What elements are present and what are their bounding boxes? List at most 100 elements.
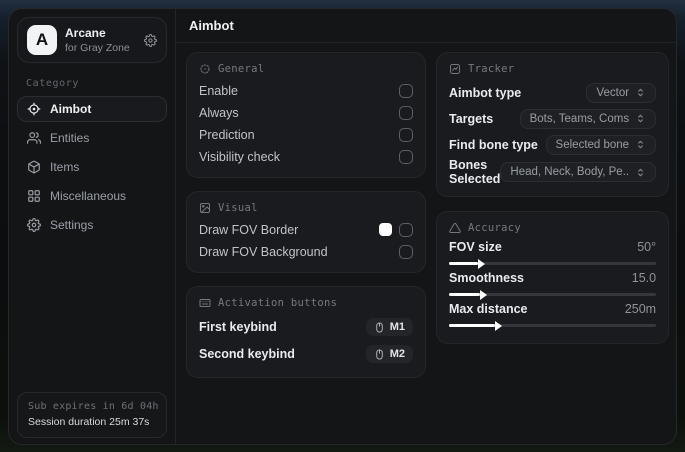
slider-label: FOV size [449,240,502,254]
slider-label: Smoothness [449,271,525,285]
find-bone-type-select[interactable]: Selected bone [545,134,657,155]
smoothness-slider[interactable] [449,289,657,300]
chevron-up-down-icon [638,114,643,123]
section-title: General [218,63,265,75]
sidebar-item-items[interactable]: Items [17,154,167,180]
right-column: Tracker Aimbot type Vector Targets Bots,… [436,52,670,344]
sidebar-item-label: Aimbot [50,102,92,116]
keybind-value: M1 [389,321,405,333]
setting-label: Draw FOV Border [199,222,299,237]
app-title-block: Arcane for Gray Zone [65,26,130,54]
sidebar-item-settings[interactable]: Settings [17,212,167,238]
sidebar-item-label: Items [50,160,80,174]
sidebar-nav: Aimbot Entities Items Miscellaneous Sett… [17,96,167,238]
image-icon [199,202,211,214]
select-value: Selected bone [555,138,630,151]
section-title: Activation buttons [218,297,338,309]
game-background: A Arcane for Gray Zone Category Aimbot E… [0,0,685,452]
app-logo-initial: A [35,30,49,49]
slider-value: 15.0 [631,271,657,285]
sidebar-item-miscellaneous[interactable]: Miscellaneous [17,183,167,209]
chevron-up-down-icon [638,140,643,149]
smoothness-group: Smoothness 15.0 [449,271,657,300]
fov-border-checkbox[interactable] [399,222,413,237]
setting-row: Enable [199,80,413,101]
activation-card-header: Activation buttons [199,297,413,309]
fov-border-color-swatch[interactable] [379,223,392,236]
section-title: Tracker [468,63,515,75]
grid-icon [27,189,41,203]
main-header: Aimbot [176,9,676,43]
slider-value: 50° [637,240,657,254]
slider-label: Max distance [449,302,528,316]
general-card-header: General [199,63,413,75]
max-distance-slider[interactable] [449,320,657,331]
accuracy-card: Accuracy FOV size 50° Smoothness 15.0 Ma… [436,211,670,344]
setting-label: Always [199,105,239,120]
slider-value: 250m [624,302,657,316]
subscription-card: Sub expires in 6d 04h Session duration 2… [17,392,167,438]
fov-background-checkbox[interactable] [399,244,413,259]
accuracy-card-header: Accuracy [449,222,656,234]
page-title: Aimbot [189,18,234,33]
tracker-card-header: Tracker [449,63,656,75]
max-distance-group: Max distance 250m [449,302,657,331]
triangle-icon [449,222,461,234]
app-name: Arcane [65,26,106,40]
setting-label: First keybind [199,320,277,334]
setting-row: First keybind M1 [199,314,413,340]
enable-checkbox[interactable] [399,83,413,98]
slider-fill [449,320,502,331]
setting-row: Targets Bots, Teams, Coms [449,106,657,131]
sidebar-item-label: Settings [50,218,94,232]
section-title: Accuracy [468,222,521,234]
sub-expiry-text: Sub expires in 6d 04h [28,401,159,412]
setting-row: Always [199,102,413,123]
content: General Enable Always Prediction Visibil… [176,43,676,444]
first-keybind-button[interactable]: M1 [365,318,413,336]
app-logo: A [27,25,57,55]
fov-size-slider[interactable] [449,258,657,269]
visibility-check-checkbox[interactable] [399,149,413,164]
sidebar-item-aimbot[interactable]: Aimbot [17,96,167,122]
sidebar-item-entities[interactable]: Entities [17,125,167,151]
second-keybind-button[interactable]: M2 [365,345,413,363]
setting-label: Visibility check [199,149,281,164]
setting-label: Second keybind [199,347,295,361]
chevron-up-down-icon [638,88,643,97]
logo-card: A Arcane for Gray Zone [17,17,167,63]
section-title: Visual [218,202,258,214]
setting-row: Aimbot type Vector [449,80,657,105]
setting-label: Aimbot type [449,85,522,100]
gear-icon[interactable] [144,33,157,47]
visual-card-header: Visual [199,202,413,214]
users-icon [27,131,41,145]
prediction-checkbox[interactable] [399,127,413,142]
setting-row: Draw FOV Border [199,219,413,240]
visual-card: Visual Draw FOV Border Draw FOV Backgrou… [186,191,426,273]
fov-size-group: FOV size 50° [449,240,657,269]
general-card: General Enable Always Prediction Visibil… [186,52,426,178]
setting-row: Bones Selected Head, Neck, Body, Pe.. [449,158,657,186]
aimbot-type-select[interactable]: Vector [586,82,657,103]
setting-row: Find bone type Selected bone [449,132,657,157]
bones-selected-select[interactable]: Head, Neck, Body, Pe.. [500,162,657,182]
setting-label: Targets [449,111,494,126]
setting-label: Draw FOV Background [199,244,328,259]
gear-icon [27,218,41,232]
crosshair-icon [27,102,41,116]
always-checkbox[interactable] [399,105,413,120]
left-column: General Enable Always Prediction Visibil… [186,52,426,378]
setting-row: Draw FOV Background [199,241,413,262]
chevron-up-down-icon [638,168,643,176]
select-value: Vector [596,86,630,99]
tracker-card: Tracker Aimbot type Vector Targets Bots,… [436,52,670,197]
crosshair-icon [199,63,211,75]
sidebar-item-label: Miscellaneous [50,189,127,203]
activity-icon [449,63,461,75]
mouse-icon [376,348,383,360]
activation-card: Activation buttons First keybind M1 Seco… [186,286,426,378]
slider-fill [449,258,485,269]
targets-select[interactable]: Bots, Teams, Coms [519,108,657,129]
setting-row: Prediction [199,124,413,145]
